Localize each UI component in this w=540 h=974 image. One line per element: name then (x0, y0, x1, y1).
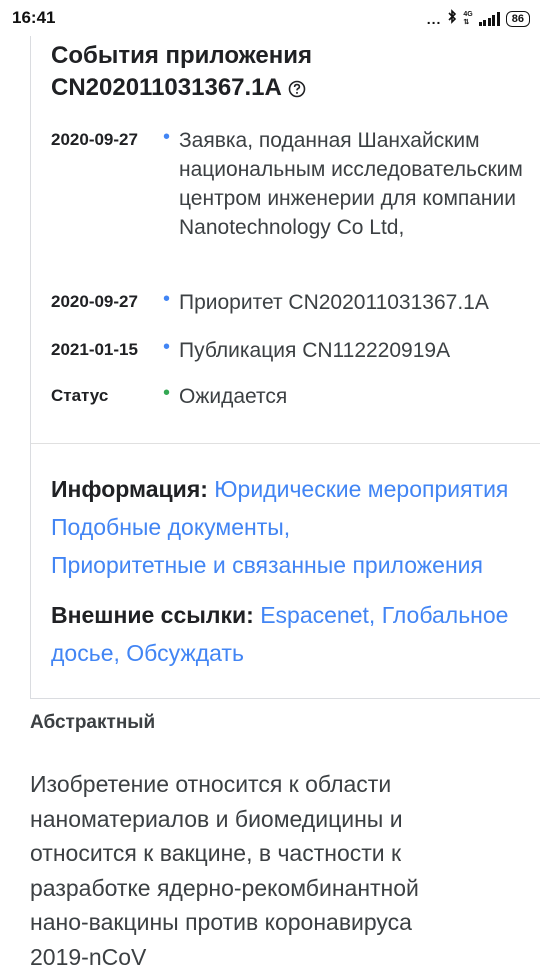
events-title-text: События приложения CN202011031367.1A (51, 42, 312, 101)
event-text: Заявка, поданная Шанхайским национальным… (179, 129, 523, 239)
link-priority-applications[interactable]: Приоритетные и связанные приложения (51, 552, 483, 578)
status-label: Статус (51, 386, 109, 405)
event-date: 2020-09-27 (51, 130, 138, 149)
external-links-section: Внешние ссылки: Espacenet, Глобальное до… (51, 602, 509, 666)
info-section: Информация: Юридические мероприятия Подо… (51, 476, 509, 578)
status-bullet-icon: • (163, 382, 171, 404)
network-type-label: 4G (463, 10, 473, 18)
application-events-card: События приложения CN202011031367.1A 202… (30, 36, 540, 699)
external-links-label: Внешние ссылки: (51, 602, 254, 628)
events-title: События приложения CN202011031367.1A (51, 40, 521, 107)
link-discuss[interactable]: Обсуждать (126, 640, 244, 666)
event-text: Приоритет CN202011031367.1A (179, 291, 489, 314)
event-date: 2021-01-15 (51, 340, 138, 359)
link-similar-documents[interactable]: Подобные документы (51, 514, 284, 540)
question-circle-icon[interactable] (288, 75, 306, 107)
status-icons: ... 4G ⇅ 86 (427, 9, 530, 28)
status-value: Ожидается (179, 385, 288, 408)
event-bullet-icon: • (163, 336, 171, 358)
signal-strength-icon (478, 11, 500, 26)
battery-level: 86 (511, 12, 524, 25)
event-bullet-icon: • (163, 288, 171, 310)
event-bullet-icon: • (163, 126, 171, 148)
abstract-heading: Абстрактный (30, 712, 156, 733)
abstract-text: Изобретение относится к области наномате… (30, 771, 419, 970)
link-legal-events[interactable]: Юридические мероприятия (214, 476, 508, 502)
status-bar: 16:41 ... 4G ⇅ 86 (0, 0, 540, 36)
link-espacenet[interactable]: Espacenet (260, 602, 369, 628)
info-label: Информация: (51, 476, 208, 502)
event-text: Публикация CN112220919A (179, 339, 451, 362)
status-time: 16:41 (12, 8, 56, 27)
card-divider (31, 443, 540, 444)
battery-icon: 86 (505, 10, 530, 27)
event-date: 2020-09-27 (51, 292, 138, 311)
network-type-icon: 4G ⇅ (463, 10, 473, 26)
bluetooth-icon (447, 9, 457, 28)
more-notifications-icon: ... (426, 10, 442, 27)
